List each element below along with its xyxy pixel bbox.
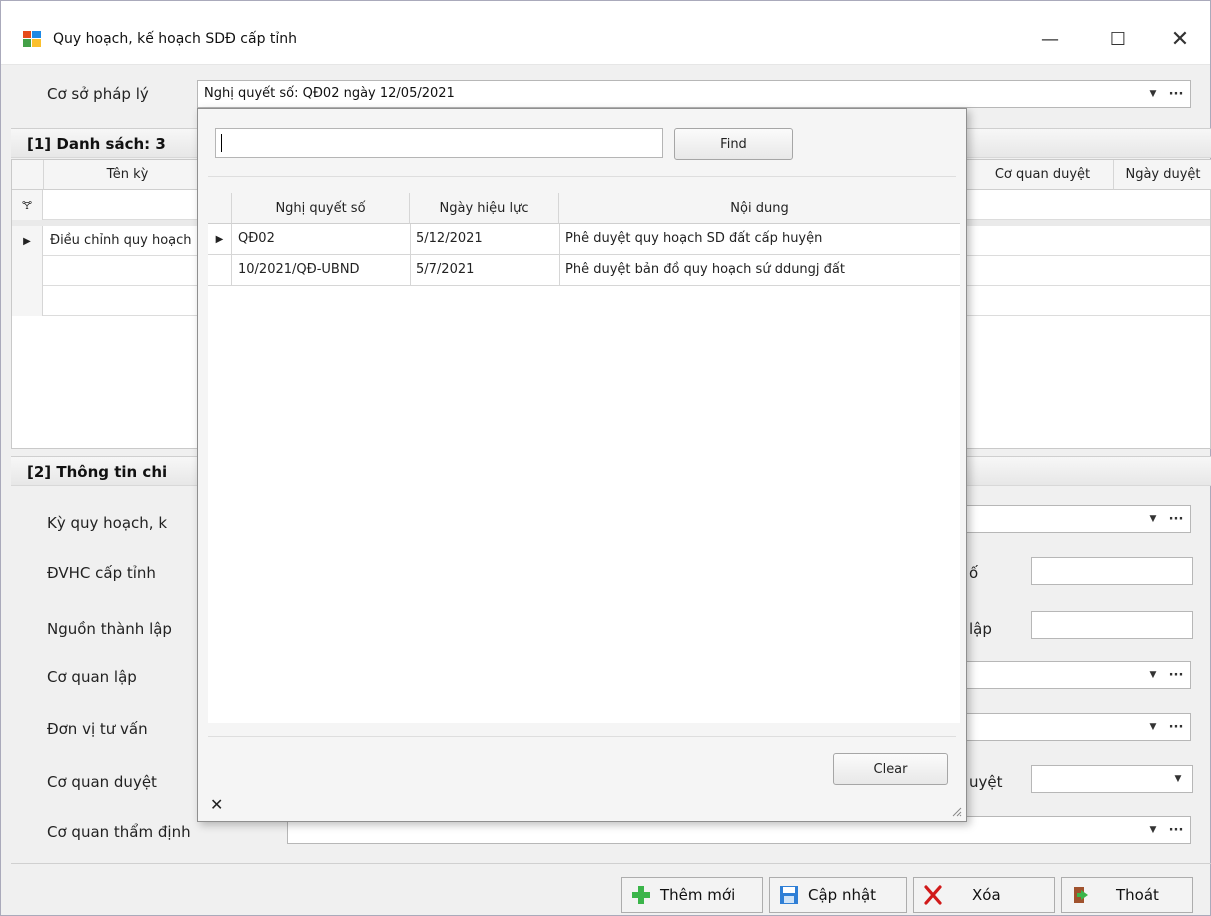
column-nghi-quyet-so[interactable]: Nghị quyết số [232,193,410,224]
find-button[interactable]: Find [674,128,793,160]
chevron-down-icon[interactable]: ▼ [1144,506,1162,532]
close-button[interactable]: ✕ [1157,19,1203,59]
add-button[interactable]: Thêm mới [621,877,763,913]
column-noi-dung[interactable]: Nội dung [559,193,960,224]
ky-quy-hoach-label: Kỳ quy hoạch, k [47,514,168,532]
table-row[interactable]: ▶ QĐ02 5/12/2021 Phê duyệt quy hoạch SD … [208,224,960,255]
minimize-button[interactable]: — [1027,19,1073,59]
chevron-down-icon[interactable]: ▼ [1144,714,1162,740]
filter-icon: 🝖 [12,190,43,220]
delete-button-label: Xóa [972,886,1001,904]
co-quan-lap-label: Cơ quan lập [47,668,137,686]
right-label-1: ố [969,564,979,582]
save-icon [778,884,800,906]
delete-x-icon [922,884,944,906]
row-so: 10/2021/QĐ-UBND [238,262,360,277]
column-ngay-duyet[interactable]: Ngày duyệt [1114,160,1211,190]
ellipsis-icon[interactable]: ··· [1164,818,1188,842]
ellipsis-icon[interactable]: ··· [1164,663,1188,687]
ngay-duyet-combo[interactable]: ▼ [1031,765,1193,793]
cell-divider [410,255,411,286]
row-noi-dung: Phê duyệt bản đồ quy hoạch sứ ddungj đất [565,262,845,277]
list-section-title: [1] Danh sách: 3 [27,135,166,153]
update-button-label: Cập nhật [808,886,877,904]
legal-basis-dropdown-popup: Find Nghị quyết số Ngày hiệu lực Nội dun… [197,108,967,822]
column-ngay-hieu-luc[interactable]: Ngày hiệu lực [410,193,559,224]
row-name: Điều chỉnh quy hoạch [50,233,192,248]
ellipsis-icon[interactable]: ··· [1164,715,1188,739]
add-button-label: Thêm mới [660,886,736,904]
row-indicator [12,286,43,316]
footer-divider [11,863,1211,864]
cell-divider [410,224,411,255]
popup-divider [208,176,956,177]
right-textbox-1[interactable] [1031,557,1193,585]
popup-close-icon[interactable]: ✕ [210,795,223,814]
resize-grip-icon[interactable] [950,805,962,817]
popup-grid: Nghị quyết số Ngày hiệu lực Nội dung ▶ Q… [208,193,960,723]
row-ngay: 5/12/2021 [416,231,483,246]
text-caret [221,134,222,152]
chevron-down-icon[interactable]: ▼ [1144,662,1162,688]
grid-corner [12,160,44,190]
column-co-quan-duyet[interactable]: Cơ quan duyệt [972,160,1114,190]
row-indicator-icon: ▶ [208,224,232,255]
update-button[interactable]: Cập nhật [769,877,907,913]
dvhc-label: ĐVHC cấp tỉnh [47,564,156,582]
legal-basis-value: Nghị quyết số: QĐ02 ngày 12/05/2021 [204,86,455,101]
main-window: Quy hoạch, kế hoạch SDĐ cấp tỉnh — ☐ ✕ C… [0,0,1211,916]
chevron-down-icon[interactable]: ▼ [1166,767,1190,791]
row-so: QĐ02 [238,231,275,246]
row-indicator [208,255,232,286]
plus-icon [630,884,652,906]
app-icon [23,31,41,47]
row-noi-dung: Phê duyệt quy hoạch SD đất cấp huyện [565,231,823,246]
row-indicator [12,256,43,286]
nguon-label: Nguồn thành lập [47,620,172,638]
popup-divider [208,736,956,737]
exit-button[interactable]: Thoát [1061,877,1193,913]
row-indicator-icon: ▶ [12,226,43,256]
column-ten-ky[interactable]: Tên kỳ [44,160,212,190]
right-textbox-2[interactable] [1031,611,1193,639]
row-ngay: 5/7/2021 [416,262,475,277]
ellipsis-icon[interactable]: ··· [1164,507,1188,531]
legal-basis-label: Cơ sở pháp lý [47,85,149,103]
detail-section-title: [2] Thông tin chi [27,463,168,481]
don-vi-tu-van-label: Đơn vị tư vấn [47,720,148,738]
clear-button[interactable]: Clear [833,753,948,785]
popup-grid-corner [208,193,232,224]
ellipsis-icon[interactable]: ··· [1164,82,1188,106]
title-bar: Quy hoạch, kế hoạch SDĐ cấp tỉnh — ☐ ✕ [1,1,1210,65]
right-label-2: lập [969,620,992,638]
window-title: Quy hoạch, kế hoạch SDĐ cấp tỉnh [53,31,298,47]
delete-button[interactable]: Xóa [913,877,1055,913]
chevron-down-icon[interactable]: ▼ [1144,81,1162,107]
exit-button-label: Thoát [1116,886,1159,904]
chevron-down-icon[interactable]: ▼ [1144,817,1162,843]
popup-search-input[interactable] [215,128,663,158]
cell-divider [559,255,560,286]
table-row[interactable]: 10/2021/QĐ-UBND 5/7/2021 Phê duyệt bản đ… [208,255,960,286]
co-quan-tham-dinh-label: Cơ quan thẩm định [47,823,191,841]
legal-basis-combo[interactable]: Nghị quyết số: QĐ02 ngày 12/05/2021 ▼ ··… [197,80,1191,108]
cell-divider [559,224,560,255]
maximize-button[interactable]: ☐ [1095,19,1141,59]
right-label-3: uyệt [969,773,1003,791]
exit-door-icon [1070,884,1092,906]
co-quan-duyet-label: Cơ quan duyệt [47,773,157,791]
